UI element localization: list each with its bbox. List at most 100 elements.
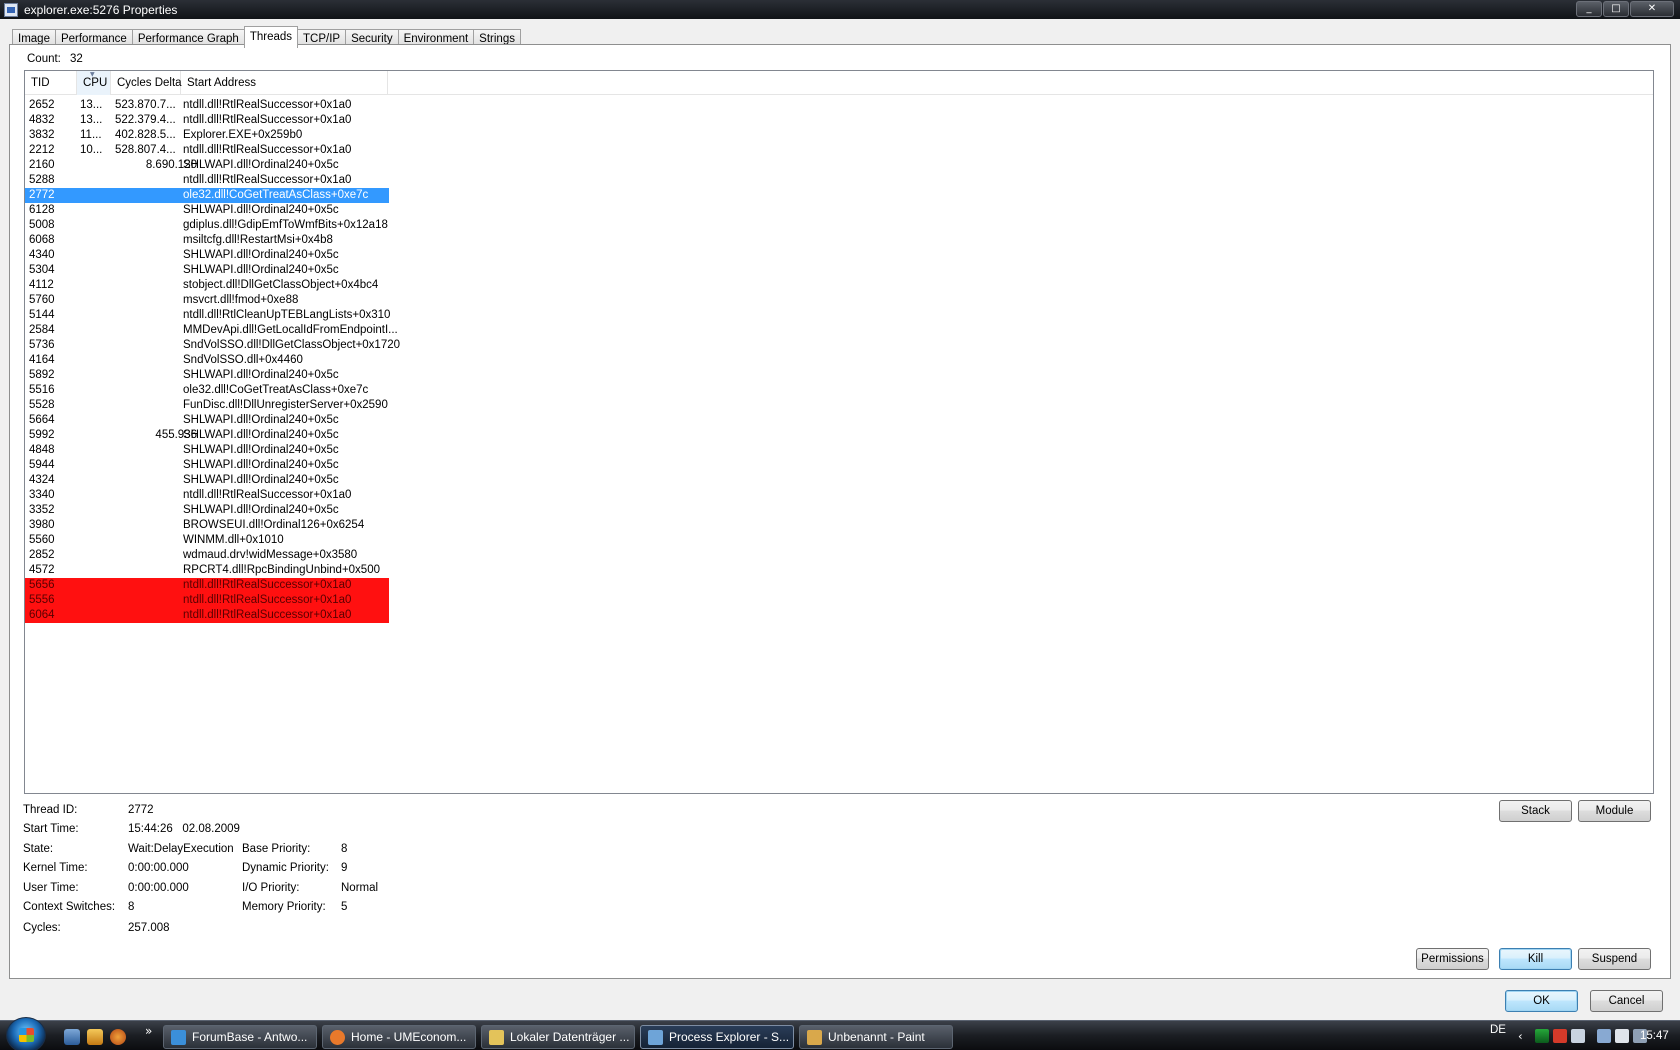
taskbar-item-label: Lokaler Datenträger ... [510,1030,630,1044]
title-bar[interactable]: explorer.exe:5276 Properties _ □ ✕ [0,0,1680,19]
kill-button[interactable]: Kill [1499,948,1572,970]
cell-tid: 2772 [29,189,55,201]
language-indicator[interactable]: DE [1490,1015,1506,1045]
table-row[interactable]: 5008 gdiplus.dll!GdipEmfToWmfBits+0x12a18 [25,218,1653,233]
taskbar-item-umeconomy[interactable]: Home - UMEconom... [322,1025,476,1049]
taskbar-item-local-drive[interactable]: Lokaler Datenträger ... [481,1025,635,1049]
column-header-cpu[interactable]: ▼ CPU [77,71,111,95]
table-row[interactable]: 4112 stobject.dll!DllGetClassObject+0x4bc… [25,278,1653,293]
dynamic-priority-label: Dynamic Priority: [242,862,329,874]
firefox-quicklaunch-icon[interactable] [110,1029,126,1045]
cell-start-address: ole32.dll!CoGetTreatAsClass+0xe7c [183,384,369,396]
table-row[interactable]: 5736 SndVolSSO.dll!DllGetClassObject+0x17… [25,338,1653,353]
table-row[interactable]: 5656 ntdll.dll!RtlRealSuccessor+0x1a0 [25,578,389,593]
maximize-button[interactable]: □ [1603,1,1629,17]
minimize-button[interactable]: _ [1576,1,1602,17]
volume-icon[interactable] [1615,1029,1629,1043]
table-row[interactable]: 2584 MMDevApi.dll!GetLocalIdFromEndpointI… [25,323,1653,338]
table-row[interactable]: 6128 SHLWAPI.dll!Ordinal240+0x5c [25,203,1653,218]
ok-button[interactable]: OK [1505,990,1578,1012]
security-shield-icon[interactable] [1553,1029,1567,1043]
kernel-time-value: 0:00:00.000 [128,862,189,874]
stack-button[interactable]: Stack [1499,800,1572,822]
table-row[interactable]: 6064 ntdll.dll!RtlRealSuccessor+0x1a0 [25,608,389,623]
table-row[interactable]: 5528 FunDisc.dll!DllUnregisterServer+0x25… [25,398,1653,413]
table-row[interactable]: 5560 WINMM.dll+0x1010 [25,533,1653,548]
sort-descending-icon: ▼ [90,71,95,78]
table-row[interactable]: 2212 10... 528.807.4... ntdll.dll!RtlRealSu… [25,143,1653,158]
table-row[interactable]: 4832 13... 522.379.4... ntdll.dll!RtlRealSu… [25,113,1653,128]
table-row[interactable]: 5288 ntdll.dll!RtlRealSuccessor+0x1a0 [25,173,1653,188]
cancel-button[interactable]: Cancel [1590,990,1663,1012]
table-row[interactable]: 5992 455.936 SHLWAPI.dll!Ordinal240+0x5c [25,428,1653,443]
table-row[interactable]: 2772 ole32.dll!CoGetTreatAsClass+0xe7c [25,188,389,203]
table-row[interactable]: 2160 8.690.120 SHLWAPI.dll!Ordinal240+0x5c [25,158,1653,173]
column-header-start-address[interactable]: Start Address [181,71,388,95]
cell-tid: 2852 [29,549,55,561]
show-desktop-icon[interactable] [64,1029,80,1045]
table-row[interactable]: 4324 SHLWAPI.dll!Ordinal240+0x5c [25,473,1653,488]
cell-tid: 4848 [29,444,55,456]
cell-tid: 5760 [29,294,55,306]
process-explorer-icon [648,1030,663,1045]
users-icon[interactable] [1571,1029,1585,1043]
cell-tid: 5288 [29,174,55,186]
user-time-label: User Time: [23,882,79,894]
taskbar-item-label: Home - UMEconom... [351,1030,467,1044]
media-player-icon[interactable] [87,1029,103,1045]
table-row[interactable]: 6068 msiltcfg.dll!RestartMsi+0x4b8 [25,233,1653,248]
cell-cpu: 13... [80,114,103,126]
module-button[interactable]: Module [1578,800,1651,822]
network-icon[interactable] [1597,1029,1611,1043]
cell-tid: 5304 [29,264,55,276]
table-row[interactable]: 5144 ntdll.dll!RtlCleanUpTEBLangLists+0x3… [25,308,1653,323]
table-row[interactable]: 4848 SHLWAPI.dll!Ordinal240+0x5c [25,443,1653,458]
table-row[interactable]: 3340 ntdll.dll!RtlRealSuccessor+0x1a0 [25,488,1653,503]
table-row[interactable]: 4340 SHLWAPI.dll!Ordinal240+0x5c [25,248,1653,263]
quicklaunch-overflow-icon[interactable]: » [145,1024,152,1038]
close-button[interactable]: ✕ [1630,1,1674,17]
column-header-cycles-delta[interactable]: Cycles Delta [111,71,182,95]
threads-list[interactable]: TID ▼ CPU Cycles Delta Start Address 265… [24,70,1654,794]
cell-tid: 5144 [29,309,55,321]
taskbar-item-label: Unbenannt - Paint [828,1030,925,1044]
table-row[interactable]: 4572 RPCRT4.dll!RpcBindingUnbind+0x500 [25,563,1653,578]
cell-tid: 5516 [29,384,55,396]
table-row[interactable]: 5516 ole32.dll!CoGetTreatAsClass+0xe7c [25,383,1653,398]
clock[interactable]: 15:47 [1640,1021,1669,1050]
process-explorer-tray-icon[interactable] [1535,1029,1549,1043]
table-row[interactable]: 5664 SHLWAPI.dll!Ordinal240+0x5c [25,413,1653,428]
cell-start-address: SHLWAPI.dll!Ordinal240+0x5c [183,204,339,216]
cell-tid: 3832 [29,129,55,141]
memory-priority-value: 5 [341,901,348,913]
table-row[interactable]: 5556 ntdll.dll!RtlRealSuccessor+0x1a0 [25,593,389,608]
cell-start-address: RPCRT4.dll!RpcBindingUnbind+0x500 [183,564,380,576]
table-row[interactable]: 3832 11... 402.828.5... Explorer.EXE+0x259b… [25,128,1653,143]
table-row[interactable]: 2652 13... 523.870.7... ntdll.dll!RtlRealSu… [25,98,1653,113]
cell-tid: 2584 [29,324,55,336]
cell-cpu: 13... [80,99,103,111]
ie-icon [171,1030,186,1045]
tab-threads[interactable]: Threads [243,26,298,48]
table-row[interactable]: 5892 SHLWAPI.dll!Ordinal240+0x5c [25,368,1653,383]
suspend-button[interactable]: Suspend [1578,948,1651,970]
taskbar-item-forumbase[interactable]: ForumBase - Antwo... [163,1025,317,1049]
cell-tid: 5556 [29,594,55,606]
permissions-button[interactable]: Permissions [1416,948,1489,970]
taskbar-item-paint[interactable]: Unbenannt - Paint [799,1025,953,1049]
cell-start-address: SHLWAPI.dll!Ordinal240+0x5c [183,474,339,486]
tray-expand-icon[interactable]: ‹ [1518,1021,1523,1050]
window-app-icon[interactable] [4,2,18,17]
table-row[interactable]: 4164 SndVolSSO.dll+0x4460 [25,353,1653,368]
table-row[interactable]: 2852 wdmaud.drv!widMessage+0x3580 [25,548,1653,563]
column-header-tid[interactable]: TID [25,71,77,95]
table-row[interactable]: 5944 SHLWAPI.dll!Ordinal240+0x5c [25,458,1653,473]
table-row[interactable]: 5760 msvcrt.dll!fmod+0xe88 [25,293,1653,308]
start-button[interactable] [6,1017,46,1050]
cell-start-address: FunDisc.dll!DllUnregisterServer+0x2590 [183,399,388,411]
taskbar-item-process-explorer[interactable]: Process Explorer - S... [640,1025,794,1049]
context-switches-label: Context Switches: [23,901,116,913]
table-row[interactable]: 3980 BROWSEUI.dll!Ordinal126+0x6254 [25,518,1653,533]
table-row[interactable]: 5304 SHLWAPI.dll!Ordinal240+0x5c [25,263,1653,278]
table-row[interactable]: 3352 SHLWAPI.dll!Ordinal240+0x5c [25,503,1653,518]
